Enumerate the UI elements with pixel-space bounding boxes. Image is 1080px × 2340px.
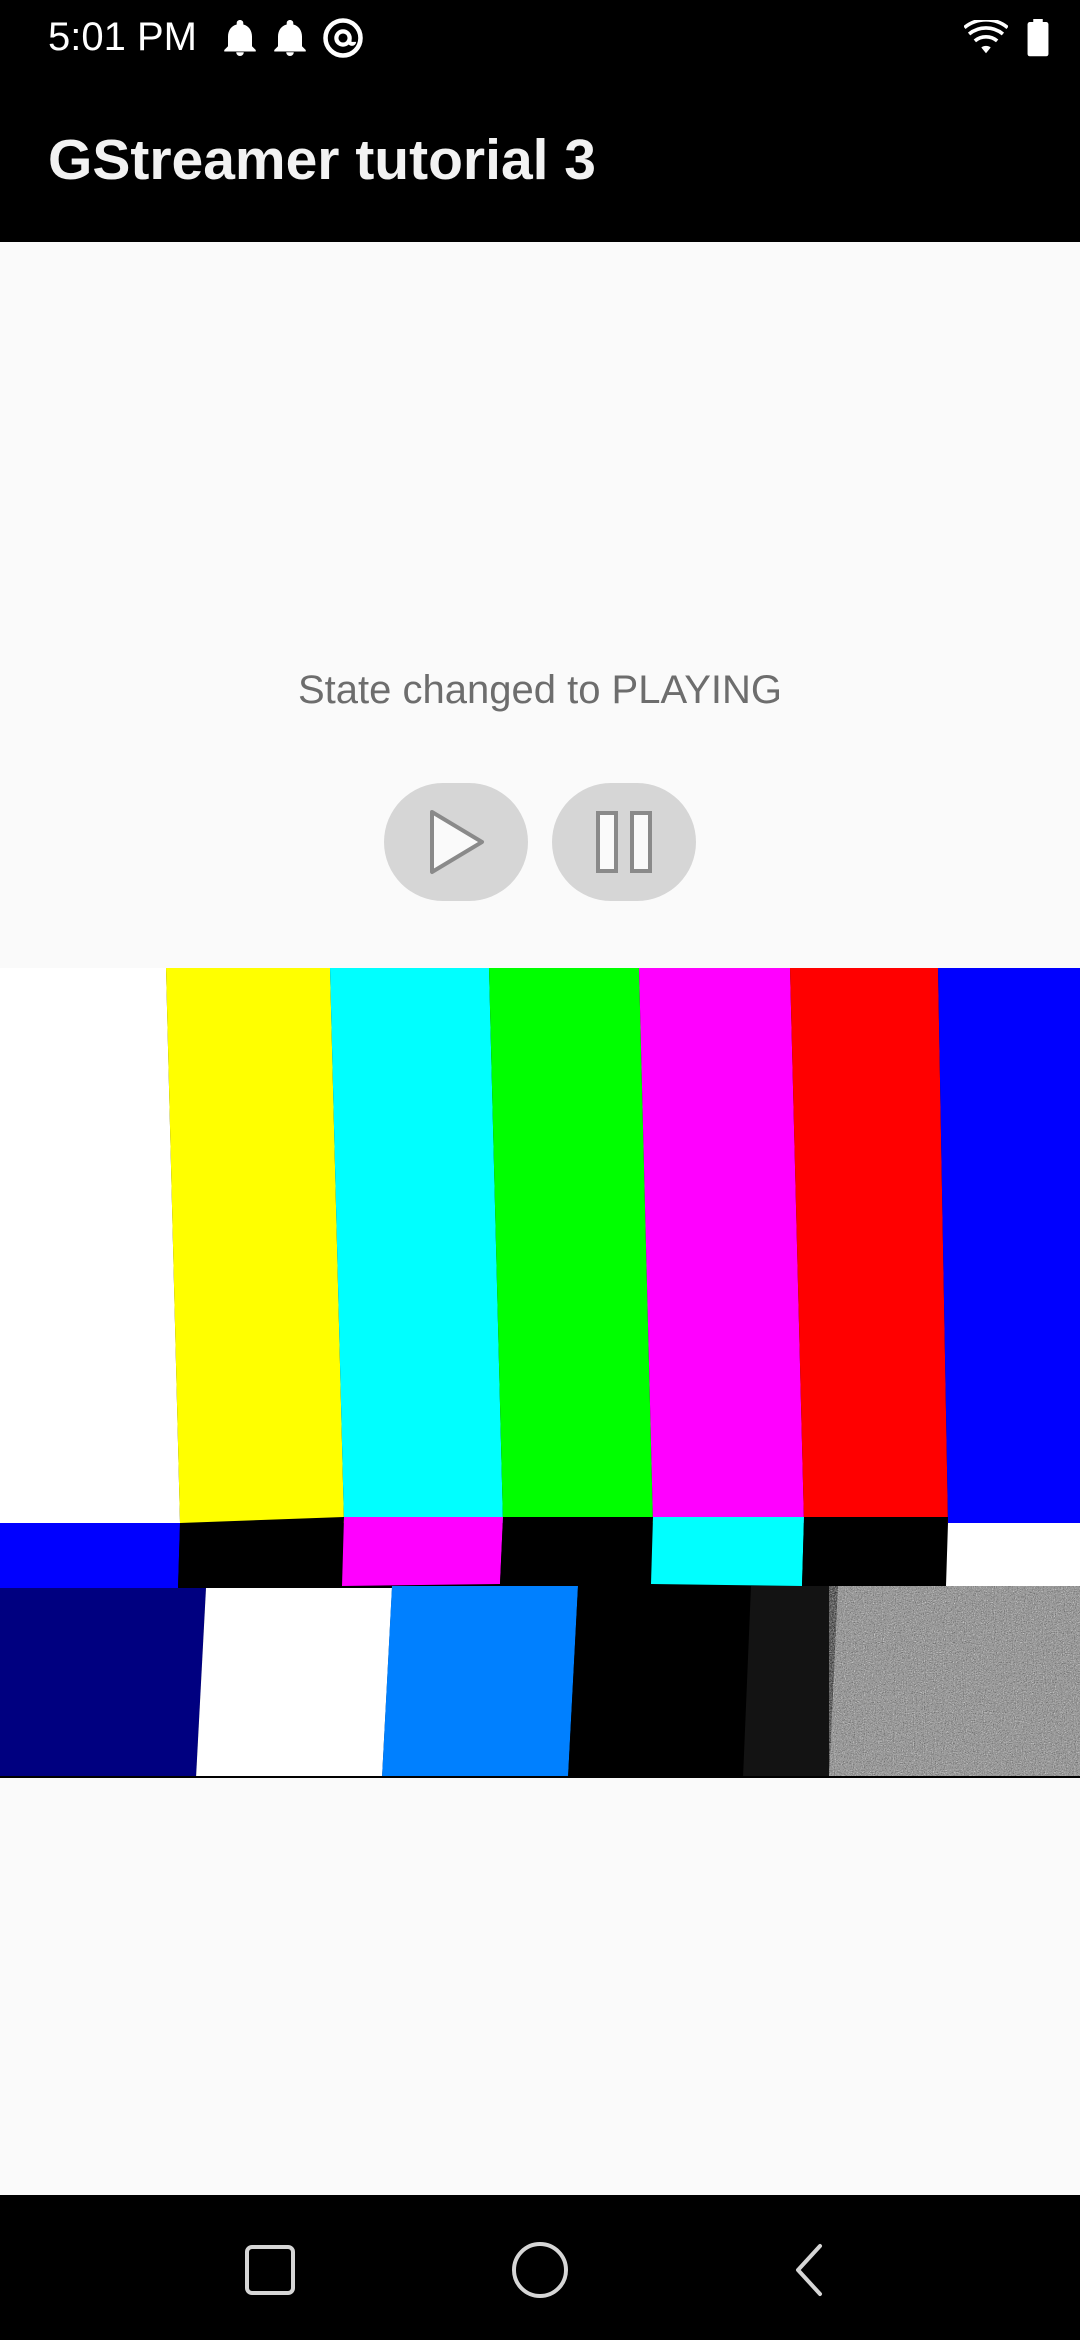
recents-button[interactable] (225, 2225, 315, 2315)
at-sign-icon (323, 18, 363, 58)
notification-bell-icon (274, 20, 306, 56)
wifi-icon (964, 20, 1008, 54)
circle-home-icon (512, 2242, 568, 2298)
status-system-icons (964, 14, 1050, 62)
notification-bell-icon (224, 20, 256, 56)
battery-icon (1027, 19, 1049, 57)
pause-icon (596, 811, 652, 873)
video-surface[interactable] (0, 968, 1080, 1778)
square-recents-icon (245, 2245, 295, 2295)
app-title: GStreamer tutorial 3 (48, 128, 597, 192)
test-pattern-image (0, 968, 1080, 1778)
app-screen: 5:01 PM GStreamer tutorial 3 State chang… (0, 0, 1080, 2340)
navigation-bar (0, 2195, 1080, 2340)
pause-button[interactable] (552, 783, 696, 901)
triangle-back-icon (796, 2244, 822, 2296)
app-bar: GStreamer tutorial 3 (0, 75, 1080, 242)
play-icon (430, 810, 484, 874)
home-button[interactable] (495, 2225, 585, 2315)
status-time: 5:01 PM (48, 15, 197, 59)
back-button[interactable] (765, 2225, 855, 2315)
status-notification-icons (222, 14, 364, 62)
state-message: State changed to PLAYING (297, 668, 782, 712)
play-button[interactable] (384, 783, 528, 901)
status-bar: 5:01 PM (0, 0, 1080, 75)
